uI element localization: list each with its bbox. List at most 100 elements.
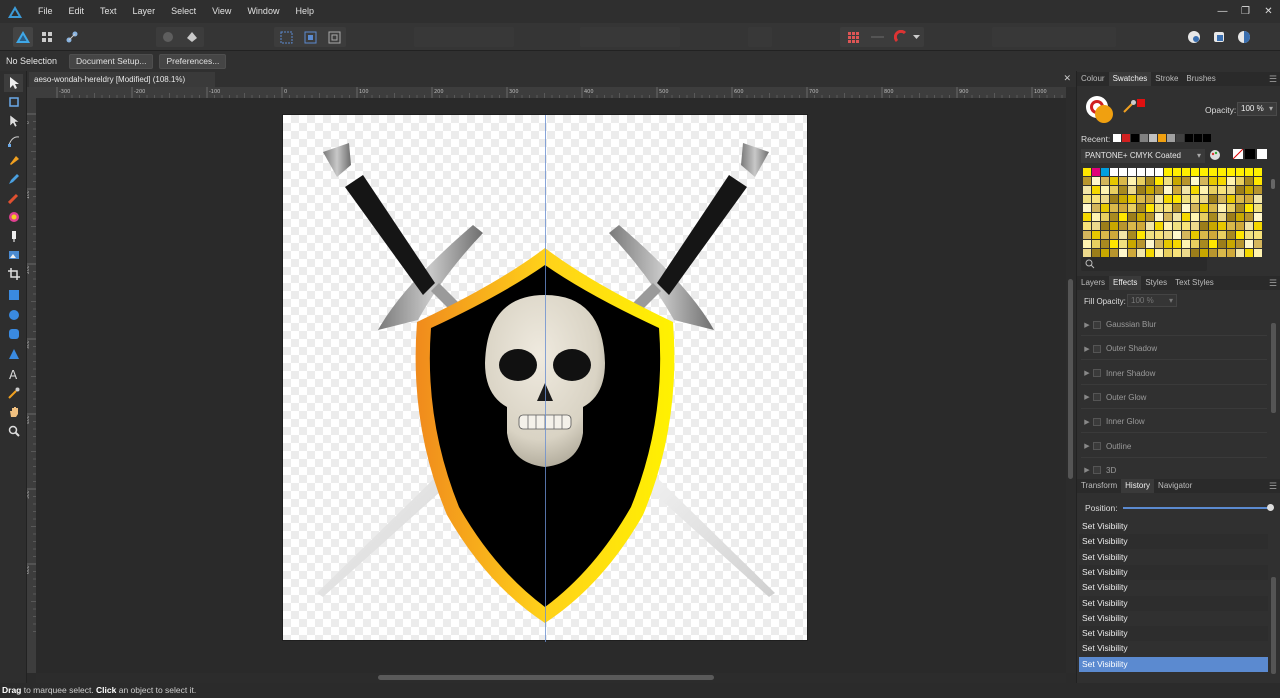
swatch[interactable] (1119, 231, 1127, 239)
swatch[interactable] (1128, 249, 1136, 257)
swatch[interactable] (1083, 222, 1091, 230)
swatch[interactable] (1128, 177, 1136, 185)
swatch[interactable] (1119, 195, 1127, 203)
swatch[interactable] (1110, 177, 1118, 185)
swatch[interactable] (1101, 240, 1109, 248)
swatch[interactable] (1110, 240, 1118, 248)
history-entry[interactable]: Set Visibility (1079, 611, 1268, 626)
swatch[interactable] (1101, 186, 1109, 194)
panel-menu-icon[interactable]: ☰ (1269, 74, 1277, 85)
swatch[interactable] (1101, 195, 1109, 203)
swatch[interactable] (1110, 186, 1118, 194)
swatch[interactable] (1254, 177, 1262, 185)
tab-stroke[interactable]: Stroke (1151, 72, 1182, 86)
swatch[interactable] (1182, 231, 1190, 239)
swatch[interactable] (1182, 213, 1190, 221)
swatch[interactable] (1083, 204, 1091, 212)
swatch[interactable] (1164, 186, 1172, 194)
effect-row-outer-shadow[interactable]: ▶ Outer Shadow (1081, 338, 1267, 361)
swatch[interactable] (1227, 240, 1235, 248)
swatch[interactable] (1173, 249, 1181, 257)
swatch[interactable] (1245, 204, 1253, 212)
swatch[interactable] (1119, 240, 1127, 248)
swatch[interactable] (1164, 168, 1172, 176)
history-entry[interactable]: Set Visibility (1079, 534, 1268, 550)
swatch[interactable] (1173, 186, 1181, 194)
swatch[interactable] (1236, 240, 1244, 248)
swatch[interactable] (1146, 195, 1154, 203)
swatch[interactable] (1119, 177, 1127, 185)
swatch[interactable] (1155, 168, 1163, 176)
history-scrollbar[interactable] (1271, 577, 1276, 674)
swatch[interactable] (1137, 195, 1145, 203)
swatch[interactable] (1155, 195, 1163, 203)
swatch[interactable] (1254, 240, 1262, 248)
fill-tool-icon[interactable] (4, 208, 23, 226)
palette-select[interactable]: PANTONE+ CMYK Coated ▾ (1081, 149, 1205, 163)
swatch[interactable] (1245, 240, 1253, 248)
menu-select[interactable]: Select (163, 0, 204, 23)
swatch[interactable] (1101, 168, 1109, 176)
none-swatches[interactable] (1233, 149, 1267, 159)
history-position-slider[interactable] (1123, 504, 1274, 511)
swatch[interactable] (1227, 249, 1235, 257)
swatch-scrollbar[interactable] (1271, 171, 1277, 251)
fill-stroke-well[interactable] (1085, 95, 1115, 125)
history-entry[interactable]: Set Visibility (1079, 550, 1268, 565)
swatch[interactable] (1245, 168, 1253, 176)
effects-scrollbar[interactable] (1271, 323, 1276, 413)
swatch[interactable] (1164, 177, 1172, 185)
close-icon[interactable]: ✕ (1257, 0, 1280, 23)
swatch[interactable] (1101, 177, 1109, 185)
swatch[interactable] (1191, 168, 1199, 176)
swatch[interactable] (1164, 231, 1172, 239)
artboard-tool-icon[interactable] (4, 93, 23, 111)
swatch[interactable] (1182, 195, 1190, 203)
swatch[interactable] (1137, 168, 1145, 176)
zoom-tool-icon[interactable] (4, 422, 23, 440)
history-entry[interactable]: Set Visibility (1079, 564, 1268, 580)
expand-arrow-icon[interactable]: ▶ (1081, 321, 1093, 329)
swatch[interactable] (1092, 168, 1100, 176)
swatch[interactable] (1254, 222, 1262, 230)
transform-icon[interactable] (1209, 27, 1229, 47)
swatch[interactable] (1101, 222, 1109, 230)
slider-knob[interactable] (1267, 504, 1274, 511)
swatch[interactable] (1191, 249, 1199, 257)
swatch[interactable] (1128, 240, 1136, 248)
swatch[interactable] (1101, 231, 1109, 239)
swatch[interactable] (1173, 213, 1181, 221)
swatch[interactable] (1083, 249, 1091, 257)
swatch[interactable] (1110, 204, 1118, 212)
arrange-icon[interactable] (1184, 27, 1204, 47)
swatch[interactable] (1200, 195, 1208, 203)
swatch[interactable] (1083, 195, 1091, 203)
swatch[interactable] (1146, 240, 1154, 248)
swatch[interactable] (1227, 177, 1235, 185)
swatch[interactable] (1128, 204, 1136, 212)
swatch[interactable] (1146, 249, 1154, 257)
swatch[interactable] (1164, 204, 1172, 212)
swatch[interactable] (1209, 231, 1217, 239)
magnet-snapping-icon[interactable] (891, 27, 911, 47)
effect-checkbox[interactable] (1093, 369, 1101, 378)
swatch[interactable] (1254, 204, 1262, 212)
swatch[interactable] (1236, 186, 1244, 194)
recent-swatch[interactable] (1167, 134, 1175, 142)
swatch[interactable] (1110, 231, 1118, 239)
scrollbar-thumb[interactable] (1068, 279, 1073, 479)
recent-swatch[interactable] (1185, 134, 1193, 142)
swatch[interactable] (1119, 186, 1127, 194)
node-tool-icon[interactable] (4, 112, 23, 130)
swatch[interactable] (1164, 213, 1172, 221)
swatch[interactable] (1182, 222, 1190, 230)
recent-swatch[interactable] (1122, 134, 1130, 142)
swatch[interactable] (1236, 222, 1244, 230)
tab-styles[interactable]: Styles (1141, 276, 1171, 290)
hand-tool-icon[interactable] (4, 403, 23, 421)
swatch[interactable] (1092, 222, 1100, 230)
swatch[interactable] (1155, 222, 1163, 230)
swatch[interactable] (1092, 240, 1100, 248)
effect-checkbox[interactable] (1093, 466, 1101, 475)
horizontal-ruler[interactable]: -300 -200 -100 0 100 200 300 400 500 600 700 800 900… (36, 87, 1066, 98)
